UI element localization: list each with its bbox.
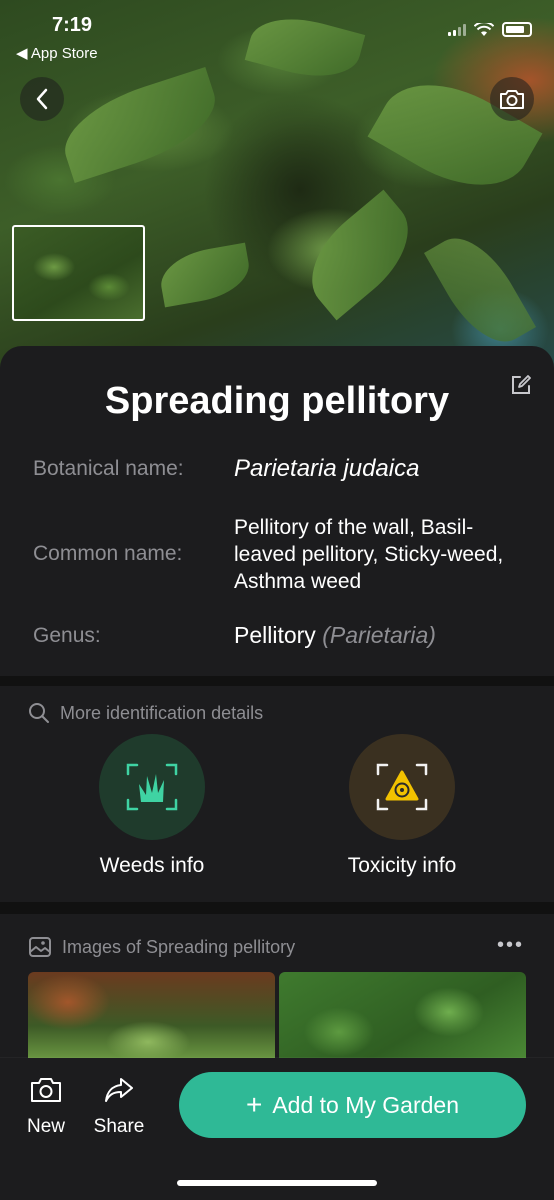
grass-icon (126, 763, 178, 811)
back-triangle-icon: ◀ (16, 45, 28, 62)
share-arrow-icon (105, 1078, 133, 1102)
weeds-info-label: Weeds info (99, 854, 205, 877)
new-label: New (26, 1116, 65, 1137)
details-heading-text: More identification details (60, 702, 264, 723)
plant-image-1[interactable] (28, 972, 275, 1062)
genus-label: Genus: (33, 624, 101, 647)
camera-button[interactable] (490, 77, 534, 121)
wifi-icon (474, 22, 494, 36)
images-heading-text: Images of Spreading pellitory (62, 936, 296, 957)
toxicity-info-label: Toxicity info (347, 854, 457, 877)
share-button[interactable]: Share (92, 1076, 146, 1138)
plus-icon: + (245, 1089, 263, 1120)
plant-image-2[interactable] (279, 972, 526, 1062)
plant-title: Spreading pellitory (104, 380, 450, 422)
weeds-icon-circle (99, 734, 205, 840)
toxicity-warning-icon (376, 763, 428, 811)
images-heading: Images of Spreading pellitory (28, 936, 295, 958)
back-to-app-store[interactable]: ◀ App Store (16, 44, 98, 62)
genus-latin: (Parietaria) (322, 622, 436, 648)
more-options-icon[interactable]: ••• (497, 934, 524, 957)
signal-icon (448, 23, 466, 36)
common-name-label: Common name: (33, 542, 183, 565)
bottom-action-bar: New Share + Add to My Garden (0, 1058, 554, 1200)
leaf-shape (424, 223, 536, 357)
share-label: Share (93, 1116, 145, 1137)
identification-details-section: More identification details Weeds info T… (0, 686, 554, 902)
search-icon (29, 703, 49, 723)
leaf-shape (53, 66, 227, 184)
photo-thumbnail[interactable] (12, 225, 145, 321)
toxicity-info-button[interactable]: Toxicity info (302, 734, 502, 878)
status-icons (448, 22, 532, 37)
weeds-info-button[interactable]: Weeds info (52, 734, 252, 878)
status-bar: 7:19 ◀ App Store (0, 0, 554, 70)
details-heading: More identification details (28, 702, 263, 724)
botanical-name-value: Parietaria judaica (234, 455, 420, 482)
common-name-value: Pellitory of the wall, Basil-leaved pell… (234, 516, 504, 593)
camera-icon (500, 90, 524, 109)
genus-value: Pellitory (Parietaria) (234, 622, 524, 649)
home-indicator (177, 1180, 377, 1186)
botanical-name-label: Botanical name: (33, 457, 184, 480)
add-to-my-garden-button[interactable]: + Add to My Garden (179, 1072, 526, 1138)
back-button[interactable] (20, 77, 64, 121)
chevron-left-icon (36, 88, 48, 110)
status-time: 7:19 (52, 14, 93, 36)
add-to-garden-label: Add to My Garden (272, 1091, 459, 1118)
back-app-label: App Store (30, 45, 98, 62)
new-button[interactable]: New (24, 1076, 68, 1138)
genus-common: Pellitory (234, 622, 316, 648)
toxicity-icon-circle (349, 734, 455, 840)
camera-icon (31, 1078, 61, 1102)
image-gallery-icon (29, 937, 51, 957)
leaf-shape (156, 242, 254, 308)
battery-icon (502, 22, 532, 37)
plant-info-card: Spreading pellitory Botanical name: Pari… (0, 346, 554, 676)
leaf-shape (291, 189, 429, 321)
